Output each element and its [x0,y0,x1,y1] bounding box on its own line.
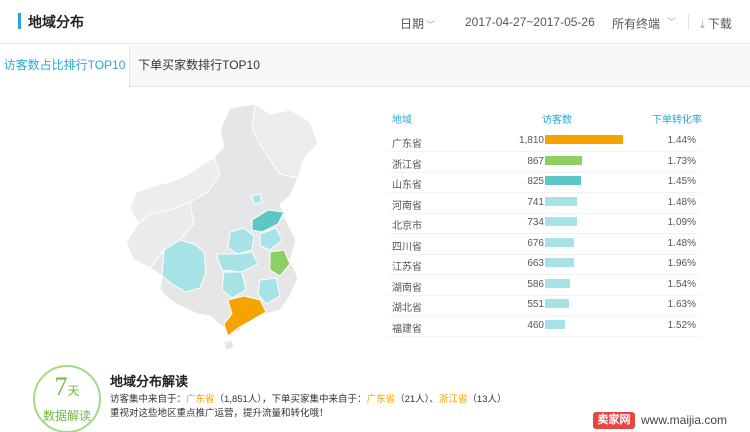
days-unit: 天 [67,384,80,398]
visitor-bar [545,237,574,247]
header-divider [688,14,689,30]
visitor-count: 460 [527,319,544,331]
conversion-rate: 1.48% [667,196,696,208]
download-button[interactable]: ⤓ 下载 [700,15,732,32]
days-count: 7天 [35,372,99,402]
tab-visitor-share-top10[interactable]: 访客数占比排行TOP10 [0,45,130,88]
visitor-bar [545,135,623,144]
province-name: 山东省 [392,180,422,191]
summary-text: （1,851人），下单买家集中来自于： [214,394,367,405]
summary-text: （13人） [467,394,507,405]
table-row: 河南省 741 1.48% [388,194,700,214]
download-label: 下载 [707,17,732,31]
device-select[interactable]: 所有终端 [612,15,660,32]
china-map [125,103,319,350]
visitor-count: 1,810 [518,135,544,146]
visitor-count: 734 [527,217,544,228]
conversion-rate: 1.44% [667,135,696,146]
visitor-count: 586 [527,278,544,290]
summary-text: 访客集中来自于： [110,394,187,405]
province-name: 江苏省 [392,262,422,273]
table-row: 湖北省 551 1.63% [388,296,700,316]
days-number: 7 [54,372,68,401]
province-name: 四川省 [392,241,422,253]
watermark-logo: 卖家网 [593,412,635,429]
table-row: 湖南省 586 1.54% [388,276,700,296]
table-row: 北京市 734 1.09% [388,214,700,234]
summary-title: 地域分布解读 [110,374,189,389]
title-accent-bar [18,13,21,29]
table-row: 四川省 676 1.48% [388,235,700,255]
region-beijing [251,193,263,205]
conversion-rate: 1.09% [667,217,696,228]
table-row: 广东省 1,810 1.44% [388,132,700,152]
page-header: 地域分布 日期 ﹀ 2017-04-27~2017-05-26 所有终端 ﹀ ⤓ 下… [0,0,750,44]
date-dropdown-label: 日期 [400,17,425,31]
visitor-bar [545,196,577,206]
watermark-url: www.maijia.com [641,413,728,427]
download-icon: ⤓ [700,19,705,31]
conversion-rate: 1.45% [667,176,696,187]
table-row: 福建省 460 1.52% [388,317,700,337]
summary-line-2: 重视对这些地区重点推广运营，提升流量和转化哦！ [110,408,329,419]
visitor-bar [545,155,582,165]
visitor-bar [545,319,565,329]
visitor-count: 867 [527,155,544,167]
visitor-count: 551 [527,299,544,310]
data-insight-label: 数据解读 [42,409,91,423]
col-header-region: 地域 [392,115,412,126]
col-header-conversion-rate: 下单转化率 [652,115,702,126]
date-dropdown[interactable]: 日期 ﹀ [400,15,435,32]
page-title: 地域分布 [28,14,84,30]
table-row: 浙江省 867 1.73% [388,153,700,173]
col-header-visitors: 访客数 [542,115,572,126]
visitor-count: 663 [527,258,544,269]
table-row: 山东省 825 1.45% [388,173,700,193]
province-name: 湖南省 [392,282,422,294]
visitor-count: 676 [527,237,544,249]
row-divider [388,335,700,337]
highlight-province: 广东省 [366,394,396,405]
conversion-rate: 1.52% [667,319,696,331]
visitor-bar [545,176,581,185]
conversion-rate: 1.48% [667,237,696,249]
visitor-count: 825 [527,176,544,187]
highlight-province: 广东省 [186,394,215,405]
province-name: 浙江省 [392,159,422,171]
table-row: 江苏省 663 1.96% [388,255,700,275]
conversion-rate: 1.54% [667,278,696,290]
tab-bar: 访客数占比排行TOP10 下单买家数排行TOP10 [0,45,750,88]
chevron-down-icon[interactable]: ﹀ [667,15,676,28]
region-hainan [223,339,235,350]
province-name: 福建省 [392,323,422,335]
province-name: 湖北省 [392,303,422,314]
conversion-rate: 1.96% [667,258,696,269]
summary-text: （21人）、 [395,394,439,405]
date-range-text[interactable]: 2017-04-27~2017-05-26 [465,15,595,29]
tab-buyer-count-top10[interactable]: 下单买家数排行TOP10 [130,45,268,87]
chevron-down-icon: ﹀ [426,20,436,30]
visitor-bar [545,258,574,267]
visitor-bar [545,217,577,226]
summary-line-1: 访客集中来自于：广东省（1,851人），下单买家集中来自于：广东省（21人）、浙… [110,391,507,405]
highlight-province: 浙江省 [438,394,468,405]
visitor-count: 741 [527,196,544,208]
region-guangdong [223,295,267,337]
province-name: 河南省 [392,200,422,212]
conversion-rate: 1.63% [667,299,696,310]
visitor-bar [545,278,570,288]
province-name: 广东省 [392,139,422,150]
visitor-bar [545,299,569,308]
data-insight-badge: 7天 数据解读 [33,365,101,432]
site-watermark: 卖家网 www.maijia.com [587,410,750,432]
province-name: 北京市 [392,221,422,232]
conversion-rate: 1.73% [667,155,696,167]
